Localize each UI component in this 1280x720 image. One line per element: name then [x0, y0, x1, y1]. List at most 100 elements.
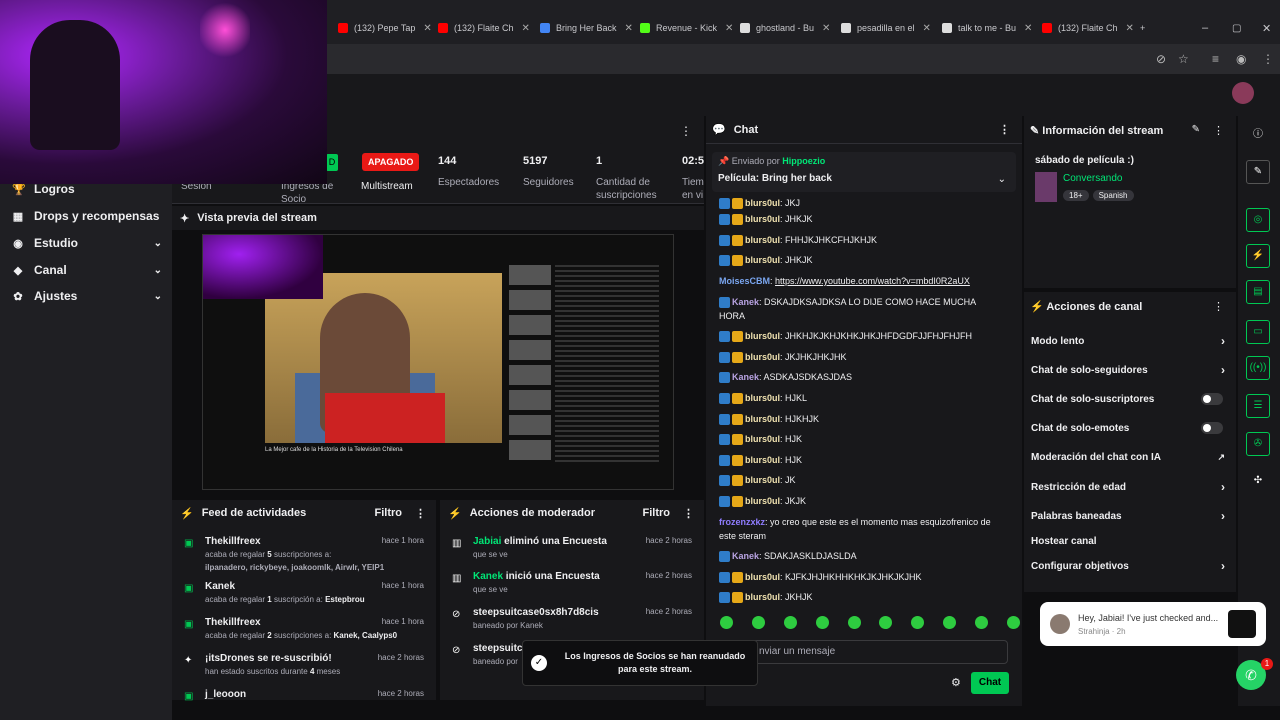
- chat-message[interactable]: Kanek: ASDKAJSDKASJDAS: [719, 370, 1009, 384]
- channel-action[interactable]: Moderación del chat con IA ↗: [1031, 450, 1227, 464]
- mod-action-item[interactable]: ▥ Kanek inició una Encuesta que se ve hace …: [440, 571, 704, 601]
- toggle-switch[interactable]: [1201, 422, 1223, 434]
- browser-tab[interactable]: pesadilla en el ✕: [837, 16, 931, 40]
- stats-menu-icon[interactable]: ⋮: [680, 124, 692, 138]
- chat-username[interactable]: blurs0ul: [745, 496, 780, 506]
- mod-filter-button[interactable]: Filtro: [643, 507, 671, 519]
- close-window-button[interactable]: ✕: [1258, 16, 1271, 40]
- wrench-icon[interactable]: ✇: [1246, 432, 1270, 456]
- chat-username[interactable]: blurs0ul: [745, 592, 780, 602]
- tag-badge[interactable]: Spanish: [1092, 190, 1134, 201]
- tab-close-icon[interactable]: ✕: [725, 23, 733, 34]
- tab-close-icon[interactable]: ✕: [522, 23, 530, 34]
- chat-message[interactable]: HORA: [719, 309, 1009, 323]
- tag-badge[interactable]: 18+: [1063, 190, 1089, 201]
- emote-icon[interactable]: [1006, 616, 1020, 629]
- chat-message[interactable]: blurs0ul: JK: [719, 473, 1009, 487]
- chat-send-button[interactable]: Chat: [971, 672, 1009, 694]
- sidebar-item[interactable]: ◆ Canal ⌄: [12, 263, 162, 277]
- multistream-label[interactable]: Multistream: [361, 180, 413, 193]
- chat-message[interactable]: blurs0ul: JKJK: [719, 494, 1009, 508]
- chat-username[interactable]: Kanek: [732, 297, 759, 307]
- chat-username[interactable]: blurs0ul: [745, 214, 780, 224]
- chevron-right-icon[interactable]: ›: [1221, 480, 1225, 494]
- pencil-icon[interactable]: ✎: [1246, 160, 1270, 184]
- chat-message[interactable]: blurs0ul: HJKL: [719, 391, 1009, 405]
- sidebar-item[interactable]: ◉ Estudio ⌄: [12, 236, 162, 250]
- activity-filter-button[interactable]: Filtro: [375, 507, 403, 519]
- tab-close-icon[interactable]: ✕: [1126, 23, 1134, 34]
- channel-action[interactable]: Palabras baneadas ›: [1031, 509, 1227, 523]
- eye-off-icon[interactable]: ⊘: [1156, 52, 1166, 66]
- chevron-down-icon[interactable]: ⌄: [998, 174, 1006, 185]
- user-avatar[interactable]: [1232, 82, 1254, 104]
- emote-icon[interactable]: [783, 616, 797, 629]
- channel-action[interactable]: Restricción de edad ›: [1031, 480, 1227, 494]
- chat-message[interactable]: blurs0ul: KJFKJHJHKHHKHKJKJHKJKJHK: [719, 570, 1009, 584]
- chat-message[interactable]: MoisesCBM: https://www.youtube.com/watch…: [719, 274, 1009, 288]
- new-tab-button[interactable]: +: [1136, 16, 1145, 40]
- toggle-switch[interactable]: [1201, 393, 1223, 405]
- tab-close-icon[interactable]: ✕: [1024, 23, 1032, 34]
- stream-preview[interactable]: La Mejor cafe de la Historia de la Telev…: [202, 234, 674, 490]
- notification-action[interactable]: [1228, 610, 1256, 638]
- chat-username[interactable]: blurs0ul: [745, 393, 780, 403]
- channel-action[interactable]: Modo lento ›: [1031, 334, 1227, 348]
- mod-user[interactable]: steepsuitca: [473, 643, 528, 654]
- emote-icon[interactable]: [815, 616, 829, 629]
- chat-menu-icon[interactable]: ⋮: [999, 123, 1010, 136]
- mod-menu-icon[interactable]: ⋮: [683, 507, 694, 520]
- chevron-right-icon[interactable]: ›: [1221, 363, 1225, 377]
- activity-recipients[interactable]: Estepbrou: [325, 595, 365, 604]
- edit-icon[interactable]: ✎: [1192, 124, 1200, 135]
- activity-recipients[interactable]: ilpanadero, rickybeye, joakoomlk, Airwlr…: [205, 563, 384, 572]
- activity-item[interactable]: ▣ Kanek hace 1 hora acaba de regalar 1 susc…: [172, 581, 436, 611]
- info-menu-icon[interactable]: ⋮: [1213, 124, 1224, 137]
- channel-action[interactable]: Chat de solo-seguidores ›: [1031, 363, 1227, 377]
- activity-item[interactable]: ▣ Thekillfreex hace 1 hora acaba de regalar…: [172, 536, 436, 572]
- menu-icon[interactable]: ⋮: [1262, 52, 1274, 66]
- browser-tab[interactable]: (132) Flaite Ch ✕: [1038, 16, 1134, 40]
- playlist-icon[interactable]: ≡: [1212, 52, 1219, 66]
- chat-username[interactable]: Kanek: [732, 551, 759, 561]
- chat-message[interactable]: blurs0ul: JHKHJKJKHJKHKJHKJHFDGDFJJFHJFH…: [719, 329, 1009, 343]
- clipboard-icon[interactable]: ▤: [1246, 280, 1270, 304]
- category-thumbnail[interactable]: [1035, 172, 1057, 202]
- chat-username[interactable]: blurs0ul: [745, 255, 780, 265]
- channel-action[interactable]: Chat de solo-emotes: [1031, 421, 1227, 435]
- chevron-right-icon[interactable]: ›: [1221, 509, 1225, 523]
- tab-close-icon[interactable]: ✕: [625, 23, 633, 34]
- chat-message[interactable]: blurs0ul: JHKJK: [719, 212, 1009, 226]
- chat-message[interactable]: frozenzxkz: yo creo que este es el momen…: [719, 515, 1009, 529]
- external-link-icon[interactable]: ↗: [1217, 452, 1225, 463]
- mod-action-item[interactable]: ▥ Jabiai eliminó una Encuesta que se ve hac…: [440, 536, 704, 566]
- sidebar-item[interactable]: 🏆 Logros: [12, 182, 162, 196]
- chat-message[interactable]: blurs0ul: JKJ: [719, 196, 1009, 210]
- minimize-button[interactable]: –: [1198, 16, 1208, 40]
- mod-action-item[interactable]: ⊘ steepsuitcase0sx8h7d8cis baneado por Kan…: [440, 607, 704, 637]
- chevron-down-icon[interactable]: ⌄: [154, 291, 162, 302]
- chat-username[interactable]: blurs0ul: [745, 455, 780, 465]
- chat-message[interactable]: blurs0ul: HJKHJK: [719, 412, 1009, 426]
- chat-message[interactable]: este steram: [719, 529, 1009, 543]
- chat-message[interactable]: Kanek: SDAKJASKLDJASLDA: [719, 549, 1009, 563]
- channel-action[interactable]: Configurar objetivos ›: [1031, 559, 1227, 573]
- lightning-icon[interactable]: ⚡: [1246, 244, 1270, 268]
- chat-message[interactable]: blurs0ul: JHKJK: [719, 253, 1009, 267]
- chat-username[interactable]: blurs0ul: [745, 475, 780, 485]
- category-name[interactable]: Conversando: [1063, 173, 1122, 184]
- pinned-message[interactable]: 📌 Enviado por Hippoezio Película: Bring …: [712, 152, 1016, 192]
- chat-message[interactable]: blurs0ul: FHHJKJHKCFHJKHJK: [719, 233, 1009, 247]
- tab-close-icon[interactable]: ✕: [923, 23, 931, 34]
- pinned-user[interactable]: Hippoezio: [782, 156, 825, 166]
- profile-icon[interactable]: ◉: [1236, 52, 1246, 66]
- browser-tab[interactable]: Revenue - Kick ✕: [636, 16, 733, 40]
- channel-action[interactable]: Chat de solo-suscriptores: [1031, 392, 1227, 406]
- browser-tab[interactable]: (132) Pepe Tap ✕: [334, 16, 432, 40]
- activity-item[interactable]: ▣ j_leooon hace 2 horas: [172, 689, 436, 719]
- chat-message[interactable]: blurs0ul: HJK: [719, 432, 1009, 446]
- actions-menu-icon[interactable]: ⋮: [1213, 300, 1224, 313]
- emote-icon[interactable]: [911, 616, 925, 629]
- maximize-button[interactable]: ▢: [1228, 16, 1241, 40]
- browser-tab[interactable]: Bring Her Back ✕: [536, 16, 633, 40]
